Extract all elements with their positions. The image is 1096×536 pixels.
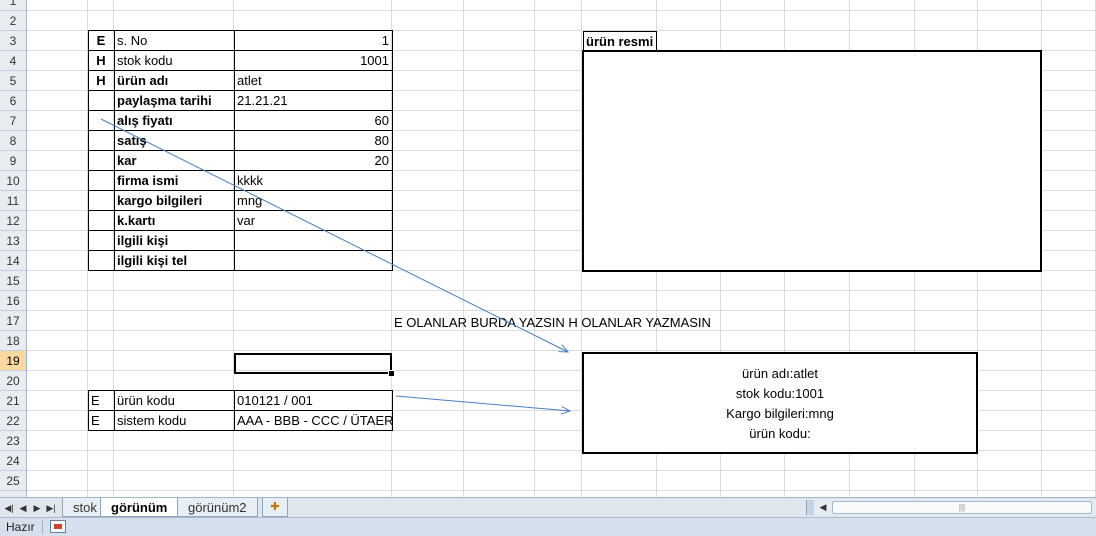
next-sheet-icon[interactable]: ▶: [31, 501, 43, 515]
status-bar: Hazır: [0, 517, 1096, 536]
first-sheet-icon[interactable]: ◀|: [3, 501, 15, 515]
last-sheet-icon[interactable]: ▶|: [45, 501, 57, 515]
scroll-thumb[interactable]: |||: [832, 501, 1092, 514]
status-separator: [42, 520, 43, 534]
arrow-form-to-info: [100, 118, 568, 352]
sheet-tab-bar: ◀| ◀ ▶ ▶| stok görünüm görünüm2 ✚ ◀ |||: [0, 497, 1096, 518]
sheet-tab-gorunum[interactable]: görünüm: [100, 498, 179, 517]
scroll-split-handle[interactable]: [806, 500, 814, 515]
status-text: Hazır: [6, 520, 35, 534]
spreadsheet-grid[interactable]: 1 2 3 4 5 6 7 8 9 10 11 12 13 14 15 16 17 18 19 20 21 22 23 24 2…: [0, 0, 1096, 497]
prev-sheet-icon[interactable]: ◀: [17, 501, 29, 515]
scroll-left-icon[interactable]: ◀: [816, 500, 830, 515]
arrow-codes-to-info: [395, 395, 570, 411]
connector-arrows: [100, 118, 1096, 497]
insert-sheet-icon[interactable]: ✚: [262, 498, 288, 517]
record-macro-icon[interactable]: [50, 520, 66, 533]
sheet-tab-gorunum2[interactable]: görünüm2: [177, 498, 258, 517]
